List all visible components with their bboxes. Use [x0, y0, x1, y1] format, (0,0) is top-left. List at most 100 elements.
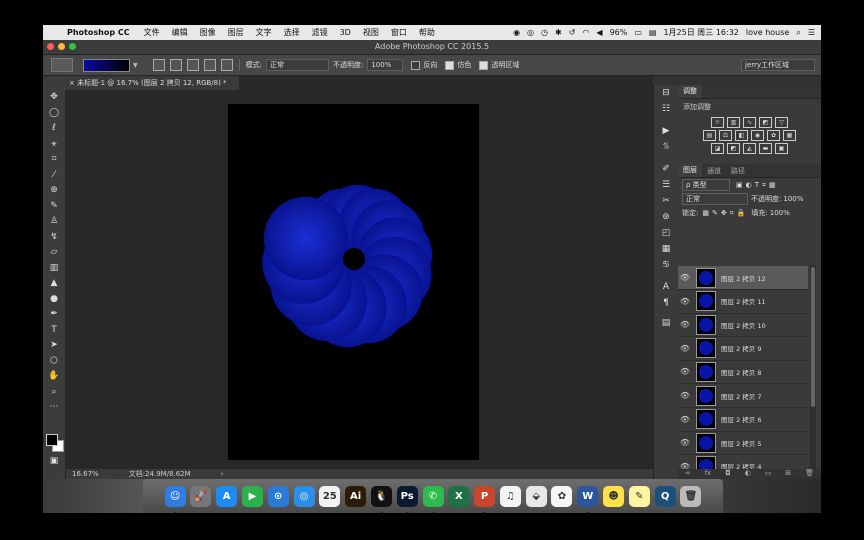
dither-checkbox[interactable]	[445, 60, 455, 70]
canvas-area[interactable]	[66, 90, 653, 479]
dock-launchpad-icon[interactable]: 🚀	[190, 485, 212, 507]
gradient-tool-icon[interactable]: ▥	[43, 261, 65, 277]
dock-acrobat-icon[interactable]: ⬙	[525, 485, 547, 507]
brightness-icon[interactable]: ☼	[711, 117, 724, 128]
layers-scroll-thumb[interactable]	[811, 267, 815, 407]
menu-image[interactable]: 图像	[194, 27, 222, 38]
dock-powerpoint-icon[interactable]: P	[474, 485, 496, 513]
notes-panel-icon[interactable]: ▤	[654, 315, 678, 331]
paragraph-panel-icon[interactable]: ¶	[654, 295, 678, 311]
angle-gradient-button[interactable]	[186, 59, 199, 71]
layer-row[interactable]: 👁 图层 2 拷贝 7	[678, 384, 808, 408]
menu-3d[interactable]: 3D	[334, 28, 357, 37]
minimize-window-button[interactable]	[58, 43, 65, 50]
adjustment-layer-icon[interactable]: ◐	[745, 469, 751, 479]
menu-file[interactable]: 文件	[138, 27, 166, 38]
exposure-icon[interactable]: ◩	[759, 117, 772, 128]
battery-icon[interactable]: ▭	[634, 28, 642, 37]
dock-sticky-icon[interactable]: ☻	[603, 485, 625, 507]
visibility-eye-icon[interactable]: 👁	[678, 415, 692, 424]
character-panel-icon[interactable]: A	[654, 279, 678, 295]
visibility-eye-icon[interactable]: 👁	[678, 297, 692, 306]
menubar-user[interactable]: love house	[746, 28, 789, 37]
menu-type[interactable]: 文字	[250, 27, 278, 38]
document-tab[interactable]: × 未标题-1 @ 16.7% (图层 2 拷贝 12, RGB/8) *	[65, 76, 239, 90]
trash-icon[interactable]: 🗑	[805, 469, 814, 479]
healing-brush-icon[interactable]: ⊕	[43, 183, 65, 199]
document-canvas[interactable]	[228, 104, 479, 460]
dodge-tool-icon[interactable]: ●	[43, 292, 65, 308]
visibility-eye-icon[interactable]: 👁	[678, 273, 692, 282]
brush-panel-icon[interactable]: ⥮	[654, 139, 678, 155]
brush-tool-icon[interactable]: ✎	[43, 199, 65, 215]
radial-gradient-button[interactable]	[169, 59, 182, 71]
linear-gradient-button[interactable]	[152, 59, 165, 71]
clone-source-icon[interactable]: ⊛	[654, 209, 678, 225]
more-tools-icon[interactable]: ⋯	[43, 400, 65, 416]
dock-facetime-icon[interactable]: ▶	[241, 485, 263, 507]
history-brush-icon[interactable]: ↯	[43, 230, 65, 246]
shape-tool-icon[interactable]: ⬡	[43, 354, 65, 370]
dock-photos-icon[interactable]: ✿	[551, 485, 573, 507]
selective-color-icon[interactable]: ▣	[775, 143, 788, 154]
filter-icons[interactable]: ▣◐T⌗▦	[736, 181, 779, 190]
visibility-eye-icon[interactable]: 👁	[678, 344, 692, 353]
layers-scrollbar[interactable]	[810, 265, 816, 477]
dock-excel-icon[interactable]: X	[448, 485, 470, 507]
record-icon[interactable]: ◉	[513, 28, 520, 37]
gradient-map-icon[interactable]: ▬	[759, 143, 772, 154]
layer-row[interactable]: 👁 图层 2 拷贝 10	[678, 313, 808, 338]
mode-select[interactable]: 正常	[265, 59, 329, 71]
layer-row[interactable]: 👁 图层 2 拷贝 12	[678, 266, 808, 290]
vibrance-icon[interactable]: ▽	[775, 117, 788, 128]
visibility-eye-icon[interactable]: 👁	[678, 391, 692, 400]
workspace-select[interactable]: jerry工作区域	[741, 59, 815, 71]
timemachine-icon[interactable]: ↺	[569, 28, 576, 37]
posterize-icon[interactable]: ◩	[727, 143, 740, 154]
dock-app-store-icon[interactable]: A	[216, 485, 238, 507]
photo-filter-icon[interactable]: ◉	[751, 130, 764, 141]
dock-qq-browser-icon[interactable]: ⊙	[267, 485, 289, 507]
dock-finder-icon[interactable]: ☺	[164, 485, 186, 513]
dock-notes-icon[interactable]: ✎	[628, 485, 650, 507]
target-icon[interactable]: ◎	[527, 28, 534, 37]
zoom-tool-icon[interactable]: ⌕	[43, 385, 65, 401]
levels-icon[interactable]: ▥	[727, 117, 740, 128]
menu-filter[interactable]: 滤镜	[306, 27, 334, 38]
history-panel-icon[interactable]: ⊟	[654, 85, 678, 101]
eraser-tool-icon[interactable]: ▱	[43, 245, 65, 261]
layer-row[interactable]: 👁 图层 2 拷贝 5	[678, 431, 808, 456]
dock-calendar-icon[interactable]: 25	[319, 485, 341, 507]
bluetooth-icon[interactable]: ✱	[555, 28, 562, 37]
fill-value[interactable]: 100%	[770, 209, 790, 217]
blur-tool-icon[interactable]: ▲	[43, 276, 65, 292]
menu-window[interactable]: 窗口	[385, 27, 413, 38]
tool-preset-picker[interactable]	[51, 58, 73, 72]
mask-icon[interactable]: ◘	[725, 469, 731, 479]
layer-filter-select[interactable]: ρ 类型	[682, 179, 730, 191]
visibility-eye-icon[interactable]: 👁	[678, 438, 692, 447]
diamond-gradient-button[interactable]	[220, 59, 233, 71]
dock-qq-icon[interactable]: 🐧	[370, 485, 392, 513]
group-icon[interactable]: ▭	[765, 469, 772, 479]
transparency-checkbox[interactable]	[479, 60, 489, 70]
gradient-picker[interactable]	[83, 58, 130, 72]
new-layer-icon[interactable]: ⊞	[785, 469, 791, 479]
menu-edit[interactable]: 编辑	[166, 27, 194, 38]
lasso-tool-icon[interactable]: ℓ	[43, 121, 65, 137]
menu-view[interactable]: 视图	[357, 27, 385, 38]
chevron-right-icon[interactable]: ›	[221, 470, 224, 478]
spotlight-icon[interactable]: ⌕	[796, 28, 800, 38]
quick-mask-icon[interactable]: ▣	[43, 454, 65, 470]
path-select-icon[interactable]: ➤	[43, 338, 65, 354]
tab-paths[interactable]: 路径	[726, 166, 750, 176]
link-layers-icon[interactable]: ∞	[685, 469, 691, 479]
3d-panel-icon[interactable]: ♋	[654, 257, 678, 273]
reflected-gradient-button[interactable]	[203, 59, 216, 71]
tool-presets-icon[interactable]: ✂	[654, 193, 678, 209]
zoom-level[interactable]: 16.67%	[72, 470, 99, 478]
menu-app-name[interactable]: Photoshop CC	[61, 28, 138, 37]
foreground-color-swatch[interactable]	[46, 434, 58, 446]
menu-select[interactable]: 选择	[278, 27, 306, 38]
properties-panel-icon[interactable]: ☷	[654, 101, 678, 117]
